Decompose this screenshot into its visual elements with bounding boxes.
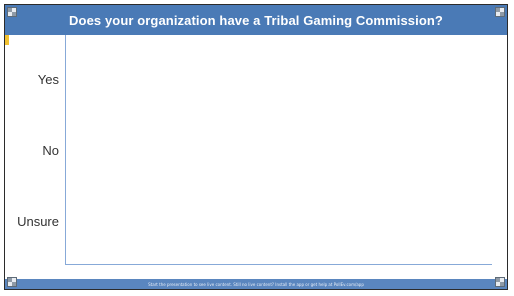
title-bar: Does your organization have a Tribal Gam… [5,5,507,35]
poll-chart: Yes No Unsure [5,35,507,281]
footer-text: Start the presentation to see live conte… [148,281,364,287]
footer-bar: Start the presentation to see live conte… [5,279,507,289]
y-axis [65,35,66,265]
poll-title: Does your organization have a Tribal Gam… [69,12,443,28]
x-axis [65,264,492,265]
poll-slide: Does your organization have a Tribal Gam… [4,4,508,290]
corner-handle-top-left[interactable] [7,7,17,17]
option-label-yes: Yes [37,72,59,87]
option-label-unsure: Unsure [17,214,59,229]
corner-handle-bottom-right[interactable] [495,277,505,287]
corner-handle-top-right[interactable] [495,7,505,17]
option-label-no: No [42,143,59,158]
corner-handle-bottom-left[interactable] [7,277,17,287]
